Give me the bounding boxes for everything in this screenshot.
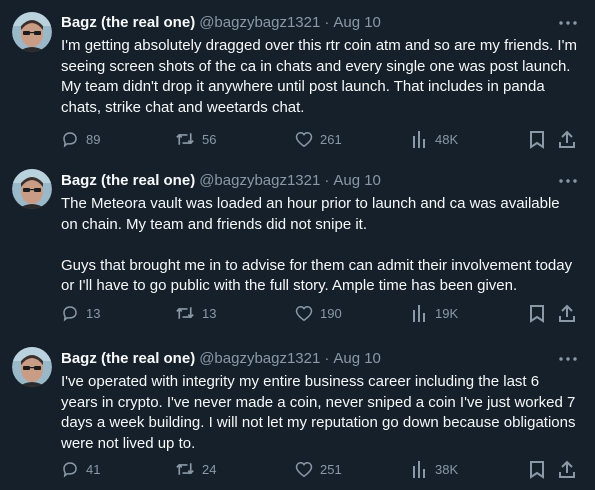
reply-icon <box>63 462 77 478</box>
user-handle[interactable]: @bagzybagz1321 <box>199 349 320 369</box>
retweet-button[interactable]: 56 <box>175 130 216 148</box>
tweet-actions: 13 13 190 19K <box>61 302 579 324</box>
reply-count: 89 <box>86 131 101 147</box>
reply-button[interactable]: 89 <box>61 130 100 148</box>
display-name[interactable]: Bagz (the real one) <box>61 171 195 191</box>
views-chart-icon <box>413 305 425 322</box>
separator-dot: · <box>324 172 330 189</box>
more-horizontal-icon[interactable] <box>557 172 579 190</box>
heart-icon <box>295 305 313 321</box>
avatar-image <box>12 347 52 387</box>
views-count: 38K <box>435 461 459 477</box>
bookmark-icon <box>530 460 544 479</box>
retweet-count: 13 <box>202 305 217 321</box>
tweet-actions: 41 24 251 38K <box>61 458 579 480</box>
share-button[interactable] <box>558 130 576 149</box>
tweet-text: I'm getting absolutely dragged over this… <box>61 37 577 116</box>
bookmark-icon <box>530 130 544 149</box>
reply-icon <box>63 132 77 148</box>
timestamp[interactable]: Aug 10 <box>333 171 381 191</box>
views-chart-icon <box>413 131 425 148</box>
retweet-button[interactable]: 13 <box>175 304 216 322</box>
separator-dot: · <box>324 14 330 31</box>
tweet-actions: 89 56 261 48K <box>61 128 579 150</box>
bookmark-icon <box>530 304 544 323</box>
tweet[interactable]: Bagz (the real one) @bagzybagz1321 · Aug… <box>0 0 595 167</box>
avatar[interactable] <box>12 347 52 387</box>
views-button[interactable]: 19K <box>412 304 458 322</box>
retweet-count: 24 <box>202 461 217 477</box>
views-count: 19K <box>435 305 459 321</box>
heart-icon <box>295 131 313 147</box>
user-handle[interactable]: @bagzybagz1321 <box>199 171 320 191</box>
tweet-header: Bagz (the real one) @bagzybagz1321 · Aug… <box>61 12 579 34</box>
retweet-icon <box>176 463 194 475</box>
views-count: 48K <box>435 131 459 147</box>
share-icon <box>559 304 575 322</box>
reply-count: 13 <box>86 305 101 321</box>
views-button[interactable]: 48K <box>412 130 458 148</box>
tweet-text: I've operated with integrity my entire b… <box>61 373 576 452</box>
user-handle[interactable]: @bagzybagz1321 <box>199 13 320 33</box>
avatar[interactable] <box>12 12 52 52</box>
timestamp[interactable]: Aug 10 <box>333 13 381 33</box>
like-button[interactable]: 190 <box>295 305 342 322</box>
retweet-icon <box>176 133 194 145</box>
like-button[interactable]: 251 <box>295 461 342 478</box>
display-name[interactable]: Bagz (the real one) <box>61 13 195 33</box>
bookmark-button[interactable] <box>529 304 545 323</box>
bookmark-button[interactable] <box>529 130 545 149</box>
like-button[interactable]: 261 <box>295 131 342 148</box>
tweet[interactable]: Bagz (the real one) @bagzybagz1321 · Aug… <box>0 167 595 345</box>
tweet-header: Bagz (the real one) @bagzybagz1321 · Aug… <box>61 170 579 192</box>
retweet-count: 56 <box>202 131 217 147</box>
tweet-header: Bagz (the real one) @bagzybagz1321 · Aug… <box>61 348 579 370</box>
reply-count: 41 <box>86 461 101 477</box>
reply-button[interactable]: 41 <box>61 460 100 478</box>
reply-icon <box>63 306 77 322</box>
share-button[interactable] <box>558 460 576 479</box>
share-button[interactable] <box>558 304 576 323</box>
like-count: 251 <box>320 461 342 477</box>
timestamp[interactable]: Aug 10 <box>333 349 381 369</box>
like-count: 190 <box>320 305 342 321</box>
retweet-button[interactable]: 24 <box>175 460 216 478</box>
avatar-image <box>12 12 52 52</box>
views-button[interactable]: 38K <box>412 460 458 478</box>
tweet[interactable]: Bagz (the real one) @bagzybagz1321 · Aug… <box>0 345 595 490</box>
tweet-text: The Meteora vault was loaded an hour pri… <box>61 195 573 294</box>
bookmark-button[interactable] <box>529 460 545 479</box>
retweet-icon <box>176 307 194 319</box>
separator-dot: · <box>324 350 330 367</box>
avatar-image <box>12 169 52 209</box>
heart-icon <box>295 461 313 477</box>
reply-button[interactable]: 13 <box>61 304 100 322</box>
display-name[interactable]: Bagz (the real one) <box>61 349 195 369</box>
avatar[interactable] <box>12 169 52 209</box>
share-icon <box>559 130 575 148</box>
views-chart-icon <box>413 461 425 478</box>
share-icon <box>559 460 575 478</box>
more-horizontal-icon[interactable] <box>557 14 579 32</box>
more-horizontal-icon[interactable] <box>557 350 579 368</box>
like-count: 261 <box>320 131 342 147</box>
